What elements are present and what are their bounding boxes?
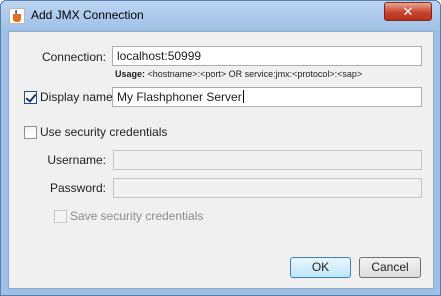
add-jmx-connection-dialog: Add JMX Connection ✕ Connection: localho… [0,0,441,296]
display-name-label[interactable]: Display name: [40,90,116,104]
title-bar[interactable]: Add JMX Connection ✕ [1,1,440,31]
use-security-credentials-checkbox[interactable] [24,126,37,139]
password-label: Password: [49,181,106,195]
save-security-credentials-checkbox[interactable] [54,210,67,223]
usage-text: <hostname>:<port> OR service:jmx:<protoc… [147,69,363,79]
display-name-checkbox[interactable] [24,91,37,104]
usage-label: Usage: [115,69,146,79]
text-caret [242,90,244,103]
save-security-credentials-label: Save security credentials [70,209,204,223]
dialog-body: Connection: localhost:50999 Usage: <host… [8,31,434,289]
username-input[interactable] [113,150,422,170]
close-button[interactable]: ✕ [384,2,432,21]
connection-input[interactable]: localhost:50999 [112,46,422,66]
ok-button[interactable]: OK [290,257,351,278]
display-name-value: My Flashphoner Server [117,90,242,104]
connection-value: localhost:50999 [117,49,202,63]
use-security-credentials-label[interactable]: Use security credentials [40,125,167,139]
cancel-button[interactable]: Cancel [359,257,421,278]
close-icon: ✕ [402,4,414,19]
java-coffee-cup-icon [9,8,25,24]
window-title: Add JMX Connection [31,8,144,22]
usage-hint: Usage: <hostname>:<port> OR service:jmx:… [115,69,362,79]
username-label: Username: [47,153,106,167]
password-input[interactable] [113,178,422,198]
display-name-input[interactable]: My Flashphoner Server [112,87,422,107]
connection-label: Connection: [41,50,106,64]
